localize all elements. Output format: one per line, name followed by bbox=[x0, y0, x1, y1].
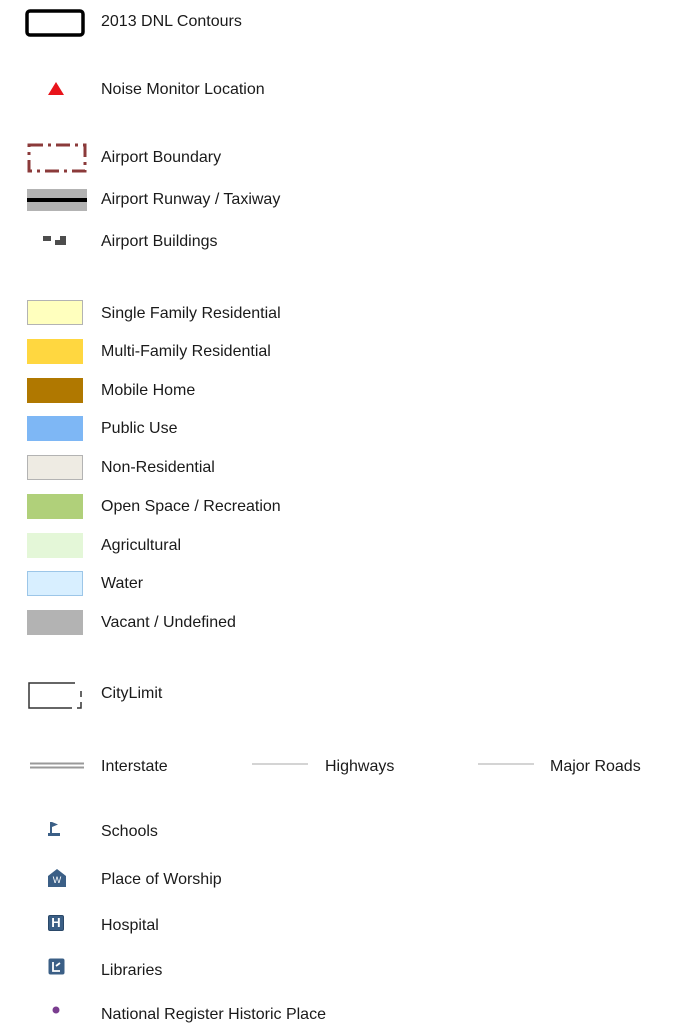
legend-label-open-space: Open Space / Recreation bbox=[101, 498, 281, 515]
legend-label-libraries: Libraries bbox=[101, 962, 163, 979]
legend-label-public-use: Public Use bbox=[101, 420, 178, 437]
legend-label-dnl-contours: 2013 DNL Contours bbox=[101, 13, 242, 30]
legend-label-schools: Schools bbox=[101, 823, 158, 840]
worship-glyph: W bbox=[52, 875, 62, 885]
swatch-single-family bbox=[27, 300, 83, 325]
noise-monitor-triangle-icon bbox=[48, 82, 64, 95]
legend-label-multi-family: Multi-Family Residential bbox=[101, 343, 271, 360]
swatch-vacant bbox=[27, 610, 83, 635]
legend-label-runway: Airport Runway / Taxiway bbox=[101, 191, 281, 208]
airport-buildings-icon bbox=[43, 236, 66, 245]
legend-label-single-family: Single Family Residential bbox=[101, 305, 281, 322]
historic-place-dot bbox=[52, 1006, 60, 1014]
highway-symbol bbox=[252, 763, 308, 765]
legend-label-non-residential: Non-Residential bbox=[101, 459, 215, 476]
legend-label-interstate: Interstate bbox=[101, 758, 168, 775]
school-flag-icon bbox=[48, 822, 60, 836]
swatch-agricultural bbox=[27, 533, 83, 558]
legend-label-city-limit: CityLimit bbox=[101, 685, 163, 702]
legend-label-place-of-worship: Place of Worship bbox=[101, 871, 222, 888]
swatch-mobile-home bbox=[27, 378, 83, 403]
swatch-non-residential bbox=[27, 455, 83, 480]
legend-label-agricultural: Agricultural bbox=[101, 537, 182, 554]
legend-label-historic-place: National Register Historic Place bbox=[101, 1006, 326, 1023]
interstate-symbol bbox=[30, 762, 84, 769]
legend-label-mobile-home: Mobile Home bbox=[101, 382, 196, 399]
legend-label-water: Water bbox=[101, 575, 144, 592]
major-road-symbol bbox=[478, 763, 534, 765]
runway-symbol bbox=[27, 189, 87, 211]
legend-label-airport-boundary: Airport Boundary bbox=[101, 149, 222, 166]
airport-boundary-symbol bbox=[27, 143, 87, 173]
library-book-icon bbox=[48, 958, 65, 975]
dnl-contour-symbol bbox=[25, 9, 85, 37]
noise-monitor-triangle bbox=[48, 82, 64, 95]
map-legend: 2013 DNL Contours Noise Monitor Location… bbox=[0, 0, 693, 1034]
swatch-open-space bbox=[27, 494, 83, 519]
legend-label-airport-buildings: Airport Buildings bbox=[101, 233, 218, 250]
swatch-public-use bbox=[27, 416, 83, 441]
legend-label-highways: Highways bbox=[325, 758, 395, 775]
hospital-glyph: H bbox=[51, 915, 61, 930]
legend-label-major-roads: Major Roads bbox=[550, 758, 641, 775]
city-limit-symbol bbox=[28, 682, 82, 709]
legend-label-hospital: Hospital bbox=[101, 917, 159, 934]
legend-label-vacant: Vacant / Undefined bbox=[101, 614, 236, 631]
legend-label-noise-monitor: Noise Monitor Location bbox=[101, 81, 265, 98]
swatch-multi-family bbox=[27, 339, 83, 364]
swatch-water bbox=[27, 571, 83, 596]
